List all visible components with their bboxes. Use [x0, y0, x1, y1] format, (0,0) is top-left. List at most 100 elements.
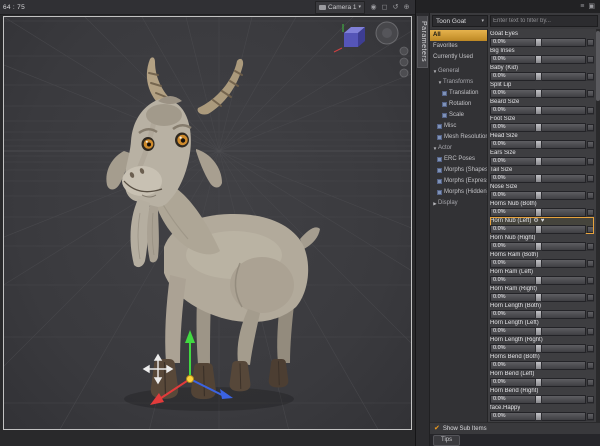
- parameter-settings-button[interactable]: [587, 140, 594, 148]
- tree-item-mesh-resolution[interactable]: Mesh Resolution: [430, 132, 487, 143]
- tree-item-misc[interactable]: Misc: [430, 121, 487, 132]
- tips-button[interactable]: Tips: [433, 434, 461, 446]
- nav-item-all[interactable]: All: [430, 30, 487, 41]
- filter-input[interactable]: [490, 15, 598, 27]
- dock-icon[interactable]: ▣: [588, 3, 595, 10]
- slider-track[interactable]: 0.0%: [490, 309, 586, 319]
- slider-track[interactable]: 0.0%: [490, 326, 586, 336]
- parameter-settings-button[interactable]: [587, 157, 594, 165]
- parameter-settings-button[interactable]: [587, 361, 594, 369]
- slider-handle[interactable]: [535, 292, 542, 302]
- parameter-settings-button[interactable]: [587, 208, 594, 216]
- parameter-settings-button[interactable]: [587, 174, 594, 182]
- tree-item-scale[interactable]: Scale: [430, 110, 487, 121]
- slider-handle[interactable]: [535, 139, 542, 149]
- slider-track[interactable]: 0.0%: [490, 394, 586, 404]
- parameter-settings-button[interactable]: [587, 191, 594, 199]
- slider-track[interactable]: 0.0%: [490, 122, 586, 132]
- slider-handle[interactable]: [535, 71, 542, 81]
- parameter-settings-button[interactable]: [587, 242, 594, 250]
- slider-handle[interactable]: [535, 275, 542, 285]
- slider-handle[interactable]: [535, 241, 542, 251]
- tab-parameters[interactable]: Parameters: [417, 16, 428, 69]
- camera-selector[interactable]: Camera 1 ▾: [314, 0, 365, 14]
- slider-handle[interactable]: [535, 54, 542, 64]
- slider-handle[interactable]: [535, 326, 542, 336]
- parameter-settings-button[interactable]: [587, 55, 594, 63]
- slider-handle[interactable]: [535, 360, 542, 370]
- tree-item-morphs-shapes[interactable]: Morphs (Shapes): [430, 165, 487, 176]
- slider-track[interactable]: 0.0%: [490, 292, 586, 302]
- tree-item-display[interactable]: ▶ Display: [430, 198, 487, 209]
- slider-handle[interactable]: [535, 309, 542, 319]
- parameter-settings-button[interactable]: [587, 72, 594, 80]
- nav-item-favorites[interactable]: Favorites: [430, 41, 487, 52]
- slider-track[interactable]: 0.0%: [490, 173, 586, 183]
- slider-track[interactable]: 0.0%: [490, 343, 586, 353]
- slider-track[interactable]: 0.0%: [490, 224, 586, 234]
- slider-handle[interactable]: [535, 377, 542, 387]
- slider-track[interactable]: 0.0%: [490, 54, 586, 64]
- slider-handle[interactable]: [535, 190, 542, 200]
- parameter-settings-button[interactable]: [587, 293, 594, 301]
- parameter-settings-button[interactable]: [587, 259, 594, 267]
- tree-item-transforms[interactable]: ▼ Transforms: [430, 77, 487, 88]
- scrollbar-thumb[interactable]: [596, 31, 600, 101]
- parameter-settings-button[interactable]: [587, 276, 594, 284]
- slider-track[interactable]: 0.0%: [490, 411, 586, 421]
- slider-handle[interactable]: [535, 224, 542, 234]
- parameter-settings-button[interactable]: [587, 327, 594, 335]
- slider-handle[interactable]: [535, 343, 542, 353]
- orbit-icon[interactable]: ↺: [391, 4, 400, 11]
- tree-item-general[interactable]: ▼ General: [430, 66, 487, 77]
- slider-track[interactable]: 0.0%: [490, 241, 586, 251]
- parameter-settings-button[interactable]: [587, 38, 594, 46]
- slider-handle[interactable]: [535, 173, 542, 183]
- tree-item-actor[interactable]: ▼ Actor: [430, 143, 487, 154]
- menu-icon[interactable]: ≡: [580, 3, 584, 10]
- nav-item-currently-used[interactable]: Currently Used: [430, 52, 487, 63]
- parameter-settings-button[interactable]: [587, 344, 594, 352]
- slider-handle[interactable]: [535, 156, 542, 166]
- tree-item-morphs-expressio[interactable]: Morphs (Expressio...: [430, 176, 487, 187]
- figure-selector-dropdown[interactable]: Toon Goat ▾: [432, 15, 488, 27]
- slider-handle[interactable]: [535, 88, 542, 98]
- parameter-settings-button[interactable]: [587, 106, 594, 114]
- slider-handle[interactable]: [535, 394, 542, 404]
- tree-item-morphs-hidden[interactable]: Morphs (Hidden): [430, 187, 487, 198]
- slider-track[interactable]: 0.0%: [490, 190, 586, 200]
- slider-track[interactable]: 0.0%: [490, 37, 586, 47]
- zoom-icon[interactable]: ⊕: [402, 4, 411, 11]
- parameter-settings-button[interactable]: [587, 395, 594, 403]
- parameter-settings-button[interactable]: [587, 412, 594, 420]
- scrollbar[interactable]: [596, 29, 600, 422]
- slider-handle[interactable]: [535, 105, 542, 115]
- frame-icon[interactable]: ◻: [380, 4, 389, 11]
- parameter-settings-button[interactable]: [587, 123, 594, 131]
- slider-track[interactable]: 0.0%: [490, 258, 586, 268]
- slider-handle[interactable]: [535, 411, 542, 421]
- parameter-settings-button[interactable]: [587, 225, 594, 233]
- slider-handle[interactable]: [535, 258, 542, 268]
- slider-track[interactable]: 0.0%: [490, 207, 586, 217]
- tree-item-rotation[interactable]: Rotation: [430, 99, 487, 110]
- viewport-3d[interactable]: 64 : 75 Camera 1 ▾ ◉ ◻ ↺ ⊕: [0, 0, 415, 446]
- slider-track[interactable]: 0.0%: [490, 377, 586, 387]
- viewport-canvas[interactable]: [3, 16, 412, 430]
- slider-track[interactable]: 0.0%: [490, 105, 586, 115]
- slider-handle[interactable]: [535, 37, 542, 47]
- tree-item-erc-poses[interactable]: ERC Poses: [430, 154, 487, 165]
- slider-track[interactable]: 0.0%: [490, 156, 586, 166]
- parameter-settings-button[interactable]: [587, 378, 594, 386]
- aim-icon[interactable]: ◉: [369, 4, 378, 11]
- slider-track[interactable]: 0.0%: [490, 360, 586, 370]
- slider-track[interactable]: 0.0%: [490, 88, 586, 98]
- slider-handle[interactable]: [535, 122, 542, 132]
- checkbox-checked-icon[interactable]: ✔: [434, 425, 440, 432]
- slider-track[interactable]: 0.0%: [490, 275, 586, 285]
- slider-handle[interactable]: [535, 207, 542, 217]
- slider-track[interactable]: 0.0%: [490, 139, 586, 149]
- slider-track[interactable]: 0.0%: [490, 71, 586, 81]
- tree-item-translation[interactable]: Translation: [430, 88, 487, 99]
- parameter-settings-button[interactable]: [587, 310, 594, 318]
